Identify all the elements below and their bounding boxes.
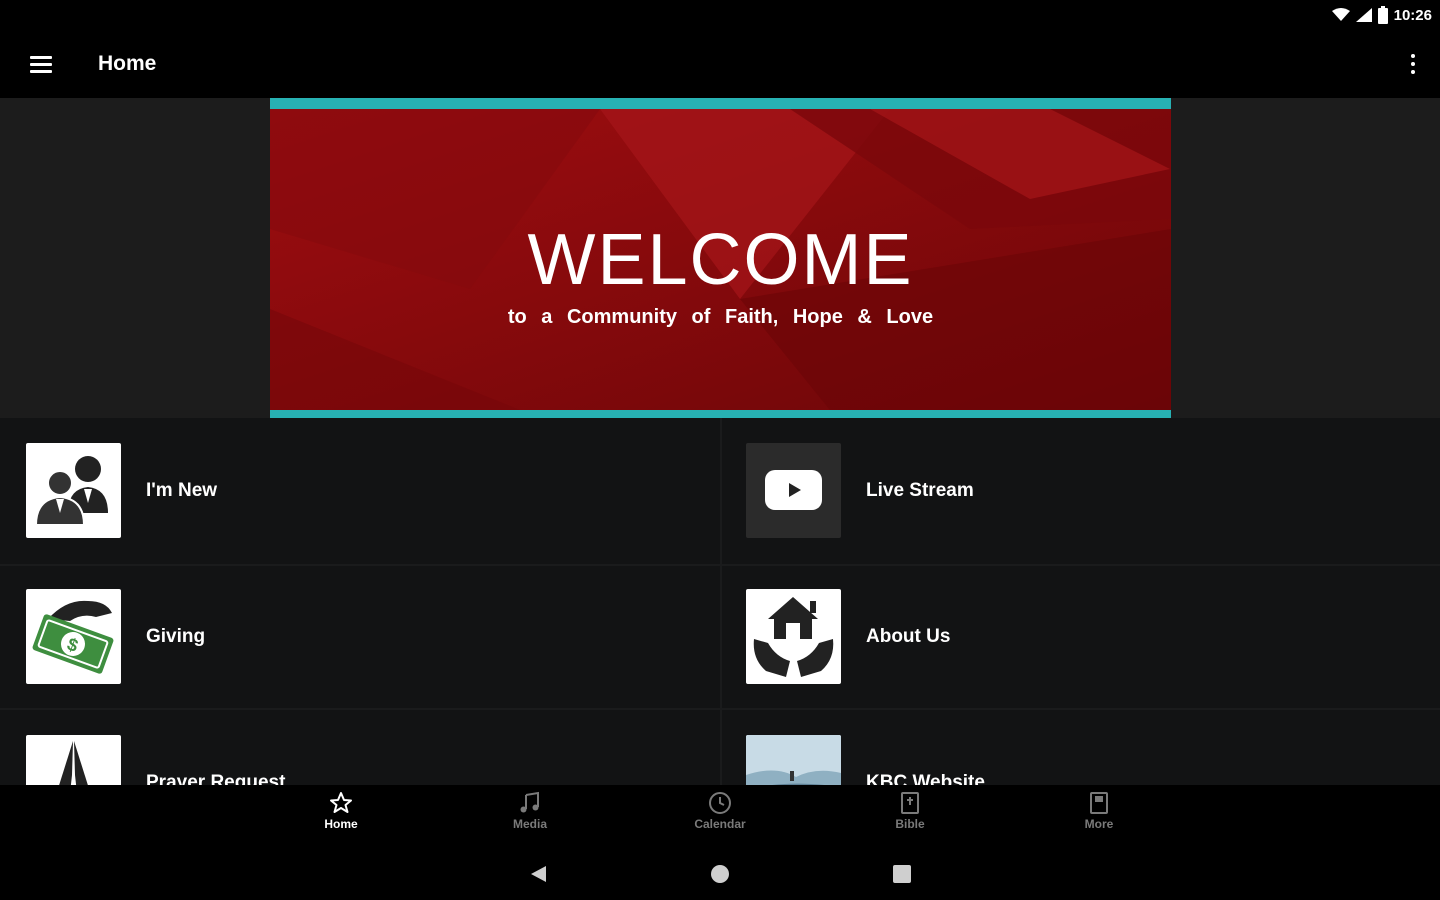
- nav-label: Home: [324, 817, 358, 831]
- tile-label: About Us: [866, 626, 951, 647]
- nav-calendar[interactable]: Calendar: [660, 791, 780, 841]
- play-icon: [746, 443, 841, 538]
- praying-hands-icon: [26, 735, 121, 785]
- battery-icon: [1377, 6, 1388, 24]
- tile-label: Giving: [146, 626, 206, 647]
- status-bar: 10:26: [0, 0, 1440, 30]
- tile-grid: I'm New Live Stream $ Giving About Us Pr…: [0, 418, 1440, 785]
- nav-label: Media: [512, 817, 547, 831]
- more-vert-icon[interactable]: [1406, 50, 1420, 78]
- landscape-icon: [746, 735, 841, 785]
- tile-label: Live Stream: [866, 480, 974, 501]
- nav-media[interactable]: Media: [470, 791, 590, 841]
- banner-title: WELCOME: [527, 220, 914, 300]
- money-hand-icon: $: [26, 589, 121, 684]
- home-icon[interactable]: [707, 861, 733, 887]
- tile-prayer-request[interactable]: Prayer Request: [0, 710, 720, 785]
- status-icons: 10:26: [1331, 5, 1432, 25]
- nav-home[interactable]: Home: [281, 791, 401, 841]
- tile-kbc-website[interactable]: KBC Website: [720, 710, 1440, 785]
- welcome-banner[interactable]: WELCOME to a Community of Faith, Hope & …: [270, 98, 1171, 418]
- tile-im-new[interactable]: I'm New: [0, 418, 720, 564]
- bottom-navigation: Home Media Calendar Bible More: [0, 785, 1440, 847]
- tile-label: KBC Website: [866, 772, 985, 785]
- house-hands-icon: [746, 589, 841, 684]
- hero-area: WELCOME to a Community of Faith, Hope & …: [0, 98, 1440, 418]
- music-note-icon: [520, 791, 539, 813]
- nav-label: Bible: [895, 817, 925, 831]
- app-bar: Home: [0, 30, 1440, 98]
- back-icon[interactable]: [525, 861, 551, 887]
- status-time: 10:26: [1393, 6, 1432, 24]
- system-navigation: [0, 847, 1440, 900]
- signal-icon: [1355, 8, 1372, 22]
- book-icon: [1090, 792, 1108, 814]
- nav-more[interactable]: More: [1039, 791, 1159, 841]
- nav-label: More: [1084, 817, 1114, 831]
- star-icon: [330, 792, 352, 813]
- tile-about-us[interactable]: About Us: [720, 564, 1440, 710]
- page-title: Home: [98, 52, 157, 75]
- wifi-icon: [1331, 8, 1350, 21]
- bible-icon: [901, 792, 919, 814]
- tile-label: Prayer Request: [146, 772, 286, 785]
- recents-icon[interactable]: [889, 861, 915, 887]
- people-icon: [26, 443, 121, 538]
- tile-giving[interactable]: $ Giving: [0, 564, 720, 710]
- tile-label: I'm New: [146, 480, 218, 501]
- clock-icon: [709, 792, 731, 814]
- hamburger-menu-icon[interactable]: [24, 50, 58, 78]
- nav-bible[interactable]: Bible: [850, 791, 970, 841]
- banner-subtitle: to a Community of Faith, Hope & Love: [507, 306, 934, 328]
- tile-live-stream[interactable]: Live Stream: [720, 418, 1440, 564]
- nav-label: Calendar: [694, 817, 746, 831]
